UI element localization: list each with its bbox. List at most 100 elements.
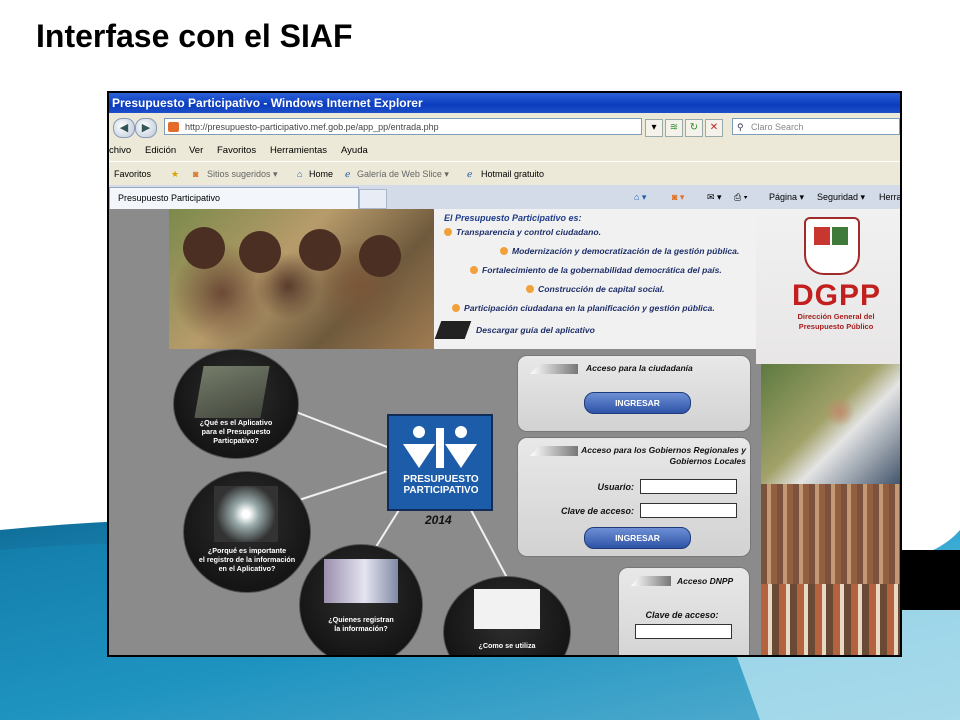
tab-presupuesto[interactable]: Presupuesto Participativo: [109, 187, 359, 209]
print-icon[interactable]: ⎙ ▾: [734, 187, 747, 207]
workshop-photo: [761, 584, 900, 655]
bullet-4: Construcción de capital social.: [526, 284, 665, 294]
book-icon: [194, 366, 270, 418]
dnpp-password-label: Clave de acceso:: [645, 610, 719, 620]
connector-line: [470, 509, 509, 580]
address-text: http://presupuesto-participativo.mef.gob…: [185, 122, 439, 132]
download-guide-link[interactable]: Descargar guía del aplicativo: [476, 325, 595, 335]
window-title: Presupuesto Participativo - Windows Inte…: [109, 93, 900, 113]
screen-icon: [474, 589, 540, 629]
gov-access-title: Acceso para los Gobiernos Regionales y G…: [581, 445, 746, 466]
people-logo-icon: [403, 426, 477, 468]
gov-ingresar-button[interactable]: INGRESAR: [584, 527, 691, 549]
home-command-icon[interactable]: ⌂ ▾: [634, 187, 646, 207]
forward-button[interactable]: ▶: [135, 118, 157, 138]
bullet-icon: [470, 266, 478, 274]
bullet-icon: [526, 285, 534, 293]
dgpp-acronym: DGPP: [792, 279, 882, 312]
address-bar[interactable]: http://presupuesto-participativo.mef.gob…: [164, 118, 642, 135]
password-input[interactable]: [640, 503, 737, 518]
presupuesto-participativo-logo: PRESUPUESTO PARTICIPATIVO: [387, 414, 493, 511]
fav-link-home[interactable]: Home: [309, 162, 333, 186]
bubble-how-used[interactable]: ¿Como se utiliza: [443, 576, 571, 655]
tab-label: Presupuesto Participativo: [118, 193, 221, 203]
bullet-3: Fortalecimiento de la gobernabilidad dem…: [470, 265, 722, 275]
fav-link-webslice[interactable]: Galería de Web Slice ▾: [357, 162, 449, 186]
compat-view-icon[interactable]: ≋: [665, 119, 683, 137]
bullet-icon: [452, 304, 460, 312]
connector-line: [282, 406, 390, 449]
menu-archivo[interactable]: chivo: [109, 141, 131, 161]
citizen-access-panel: Acceso para la ciudadanía INGRESAR: [517, 355, 751, 432]
tools-menu[interactable]: Herra: [879, 187, 900, 207]
fav-link-suggested[interactable]: Sitios sugeridos ▾: [207, 162, 278, 186]
mail-icon[interactable]: ✉ ▾: [707, 187, 722, 207]
search-placeholder: Claro Search: [751, 122, 804, 132]
hub-line1: PRESUPUESTO: [403, 474, 479, 485]
browser-screenshot: Presupuesto Participativo - Windows Inte…: [107, 91, 902, 657]
favorites-button[interactable]: Favoritos: [114, 162, 151, 186]
gov-access-panel: Acceso para los Gobiernos Regionales y G…: [517, 437, 751, 557]
menu-ver[interactable]: Ver: [189, 141, 203, 161]
light-icon: [214, 486, 278, 542]
panel-header-icon: [631, 576, 671, 586]
user-input[interactable]: [640, 479, 737, 494]
connector-line: [298, 470, 387, 501]
dnpp-password-input[interactable]: [635, 624, 732, 639]
bullet-icon: [500, 247, 508, 255]
dnpp-access-panel: Acceso DNPP Clave de acceso:: [618, 567, 750, 655]
stop-icon[interactable]: ✕: [705, 119, 723, 137]
bubble-why-important[interactable]: ¿Porqué es importante el registro de la …: [183, 471, 311, 593]
password-label: Clave de acceso:: [560, 506, 634, 516]
menu-edicion[interactable]: Edición: [145, 141, 176, 161]
presenter-photo: [761, 364, 900, 484]
hotmail-icon: ℯ: [467, 169, 473, 179]
fav-link-hotmail[interactable]: Hotmail gratuito: [481, 162, 544, 186]
new-tab-button[interactable]: [359, 189, 387, 209]
bubble-who-registers[interactable]: ¿Quienes registran la información?: [299, 544, 423, 655]
address-row: ◀ ▶ http://presupuesto-participativo.mef…: [109, 113, 900, 142]
menu-herramientas[interactable]: Herramientas: [270, 141, 327, 161]
menu-ayuda[interactable]: Ayuda: [341, 141, 368, 161]
meeting-photo: [324, 559, 398, 603]
menu-favoritos[interactable]: Favoritos: [217, 141, 256, 161]
user-label: Usuario:: [597, 482, 634, 492]
hub-line2: PARTICIPATIVO: [403, 485, 479, 496]
search-icon: ⚲: [737, 122, 744, 132]
suggested-sites-icon: ◙: [193, 169, 199, 179]
bullet-icon: [444, 228, 452, 236]
home-icon: ⌂: [297, 169, 303, 179]
dgpp-logo: DGPP Dirección General del Presupuesto P…: [756, 209, 900, 364]
page-content: El Presupuesto Participativo es: Transpa…: [109, 209, 900, 655]
citizen-ingresar-button[interactable]: INGRESAR: [584, 392, 691, 414]
download-icon[interactable]: [434, 321, 472, 339]
children-photo: [169, 209, 434, 349]
page-favicon-icon: [168, 122, 179, 132]
feeds-icon[interactable]: ◙ ▾: [672, 187, 684, 207]
favorites-bar: Favoritos ★ ◙ Sitios sugeridos ▾ ⌂ Home …: [109, 161, 900, 187]
slide-title: Interfase con el SIAF: [36, 18, 353, 54]
web-slice-icon: ℯ: [345, 169, 351, 179]
dnpp-access-title: Acceso DNPP: [677, 576, 734, 586]
intro-title: El Presupuesto Participativo es:: [444, 213, 582, 223]
dropdown-icon[interactable]: ▾: [645, 119, 663, 137]
dgpp-name: Dirección General del Presupuesto Públic…: [797, 312, 875, 331]
page-menu[interactable]: Página ▾: [769, 187, 804, 207]
tab-row: Presupuesto Participativo ⌂ ▾ ◙ ▾ ✉ ▾ ⎙ …: [109, 185, 900, 209]
search-input[interactable]: ⚲ Claro Search: [732, 118, 900, 135]
bullet-2: Modernización y democratización de la ge…: [500, 246, 739, 256]
audience-photo: [761, 484, 900, 584]
bullet-1: Transparencia y control ciudadano.: [444, 227, 601, 237]
menu-bar: chivo Edición Ver Favoritos Herramientas…: [109, 141, 900, 161]
peru-shield-icon: [804, 217, 860, 275]
citizen-access-title: Acceso para la ciudadanía: [586, 363, 693, 373]
bullet-5: Participación ciudadana en la planificac…: [452, 303, 715, 313]
security-menu[interactable]: Seguridad ▾: [817, 187, 865, 207]
add-favorite-icon[interactable]: ★: [171, 162, 179, 186]
panel-header-icon: [530, 364, 578, 374]
hub-year: 2014: [425, 513, 452, 527]
intro-panel: El Presupuesto Participativo es: Transpa…: [434, 209, 756, 349]
back-button[interactable]: ◀: [113, 118, 135, 138]
refresh-icon[interactable]: ↻: [685, 119, 703, 137]
bubble-what-is[interactable]: ¿Qué es el Aplicativo para el Presupuest…: [173, 349, 299, 459]
